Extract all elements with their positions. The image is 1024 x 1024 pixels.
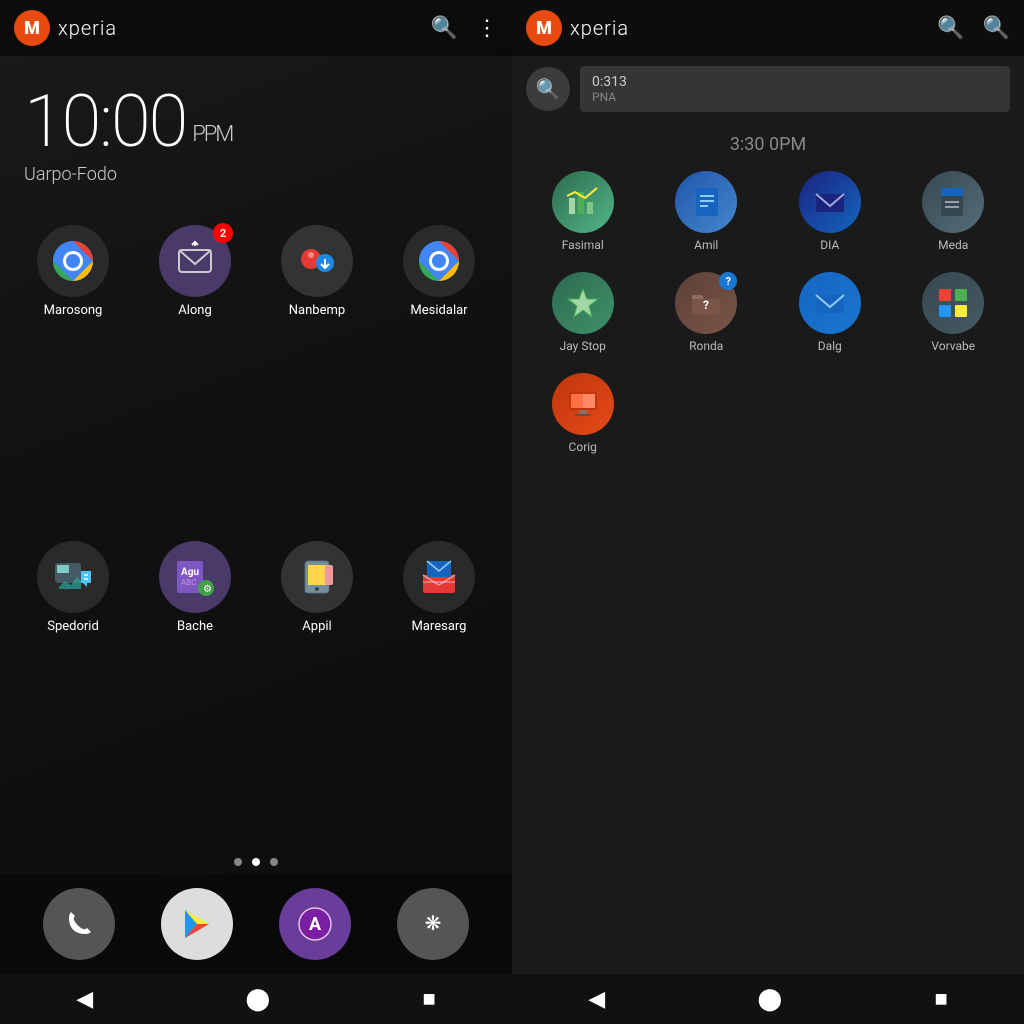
- right-home-button[interactable]: ⬤: [757, 986, 782, 1012]
- app-amil[interactable]: Amil: [650, 171, 764, 252]
- app-corig-label: Corig: [569, 440, 597, 454]
- app-ronda[interactable]: ? ? Ronda: [650, 272, 764, 353]
- right-search-box[interactable]: 0:313 PNA: [580, 66, 1010, 112]
- left-logo: M: [14, 10, 50, 46]
- left-more-button[interactable]: ⋮: [476, 17, 498, 39]
- app-spedorid-label: Spedorid: [47, 619, 99, 634]
- clock-digits: 10:00: [24, 86, 186, 158]
- app-ronda-label: Ronda: [689, 339, 723, 353]
- svg-text:?: ?: [703, 298, 709, 312]
- app-vorvabe-icon: [922, 272, 984, 334]
- app-marosong[interactable]: Marosong: [20, 225, 126, 525]
- app-meda[interactable]: Meda: [897, 171, 1011, 252]
- app-fasimal[interactable]: Fasimal: [526, 171, 640, 252]
- left-panel: M xperia 🔍 ⋮ 10:00 PPM Uarpo-Fodo: [0, 0, 512, 1024]
- app-maresarg-label: Maresarg: [412, 619, 467, 634]
- app-dalg-label: Dalg: [818, 339, 842, 353]
- app-along-badge: 2: [213, 223, 233, 243]
- app-nanbemp-label: Nanbemp: [289, 303, 345, 318]
- right-back-button[interactable]: ◀: [588, 986, 605, 1012]
- search-hint-sub: PNA: [592, 90, 998, 104]
- left-search-button[interactable]: 🔍: [431, 17, 458, 39]
- dock-app1[interactable]: A: [279, 888, 351, 960]
- app-along-label: Along: [178, 303, 212, 318]
- dot-2: [252, 858, 260, 866]
- app-vorvabe-label: Vorvabe: [931, 339, 975, 353]
- svg-text:⚙: ⚙: [203, 584, 212, 595]
- app-along[interactable]: 2 Along: [142, 225, 248, 525]
- app-spedorid[interactable]: Spedorid: [20, 541, 126, 841]
- clock-ampm: PPM: [192, 124, 232, 146]
- app-jay-stop-icon: [552, 272, 614, 334]
- app-appil[interactable]: Appil: [264, 541, 370, 841]
- clock-date: Uarpo-Fodo: [24, 164, 488, 185]
- right-search-button-1[interactable]: 🔍: [937, 17, 964, 39]
- app-vorvabe[interactable]: Vorvabe: [897, 272, 1011, 353]
- svg-text:Agu: Agu: [181, 567, 199, 578]
- right-logo: M: [526, 10, 562, 46]
- dock-play[interactable]: [161, 888, 233, 960]
- left-home-button[interactable]: ⬤: [245, 986, 270, 1012]
- right-header-icons: 🔍 🔍: [937, 17, 1010, 39]
- right-app-row-2: Jay Stop ? ? Ronda Dalg: [512, 262, 1024, 363]
- app-bache-label: Bache: [177, 619, 213, 634]
- app-dia-icon: [799, 171, 861, 233]
- dot-1: [234, 858, 242, 866]
- right-search-area: 🔍 0:313 PNA: [512, 56, 1024, 122]
- dot-3: [270, 858, 278, 866]
- app-corig[interactable]: Corig: [526, 373, 640, 454]
- app-meda-icon: [922, 171, 984, 233]
- app-appil-label: Appil: [302, 619, 331, 634]
- right-search-icon[interactable]: 🔍: [526, 67, 570, 111]
- app-ronda-icon: ? ?: [675, 272, 737, 334]
- right-app-row-3: Corig: [512, 363, 1024, 464]
- app-bache[interactable]: Agu ABC ⚙ Bache: [142, 541, 248, 841]
- page-dots: [0, 850, 512, 874]
- search-hint-top: 0:313: [592, 74, 998, 90]
- app-fasimal-icon: [552, 171, 614, 233]
- right-app-row-1: Fasimal Amil DIA: [512, 161, 1024, 262]
- app-jay-stop-label: Jay Stop: [560, 339, 606, 353]
- app-jay-stop[interactable]: Jay Stop: [526, 272, 640, 353]
- app-mesidalar[interactable]: Mesidalar: [386, 225, 492, 525]
- svg-text:A: A: [309, 914, 322, 935]
- left-back-button[interactable]: ◀: [76, 986, 93, 1012]
- app-mesidalar-label: Mesidalar: [410, 303, 467, 318]
- svg-text:ABC: ABC: [181, 578, 196, 587]
- right-panel: M xperia 🔍 🔍 🔍 0:313 PNA 3:30 0PM: [512, 0, 1024, 1024]
- dock-app2[interactable]: ❋: [397, 888, 469, 960]
- left-title: xperia: [58, 16, 431, 40]
- app-marosong-label: Marosong: [44, 303, 103, 318]
- left-square-button[interactable]: ■: [422, 986, 435, 1012]
- right-square-button[interactable]: ■: [934, 986, 947, 1012]
- app-corig-icon: [552, 373, 614, 435]
- left-header: M xperia 🔍 ⋮: [0, 0, 512, 56]
- clock-time: 10:00 PPM: [24, 86, 488, 158]
- right-search-button-2[interactable]: 🔍: [983, 17, 1010, 39]
- right-nav-bar: ◀ ⬤ ■: [512, 974, 1024, 1024]
- right-title: xperia: [570, 16, 937, 40]
- dock-phone[interactable]: [43, 888, 115, 960]
- left-nav-bar: ◀ ⬤ ■: [0, 974, 512, 1024]
- app-amil-label: Amil: [694, 238, 718, 252]
- app-meda-label: Meda: [938, 238, 968, 252]
- app-fasimal-label: Fasimal: [562, 238, 604, 252]
- app-maresarg[interactable]: Maresarg: [386, 541, 492, 841]
- left-app-grid: Marosong 2 Along: [0, 205, 512, 850]
- right-header: M xperia 🔍 🔍: [512, 0, 1024, 56]
- app-dia[interactable]: DIA: [773, 171, 887, 252]
- app-dalg[interactable]: Dalg: [773, 272, 887, 353]
- svg-text:❋: ❋: [425, 911, 442, 935]
- app-dia-label: DIA: [820, 238, 839, 252]
- app-nanbemp[interactable]: Nanbemp: [264, 225, 370, 525]
- left-header-icons: 🔍 ⋮: [431, 17, 498, 39]
- app-amil-icon: [675, 171, 737, 233]
- right-time-label: 3:30 0PM: [512, 122, 1024, 161]
- left-dock: A ❋: [0, 874, 512, 974]
- clock-area: 10:00 PPM Uarpo-Fodo: [0, 56, 512, 205]
- app-dalg-icon: [799, 272, 861, 334]
